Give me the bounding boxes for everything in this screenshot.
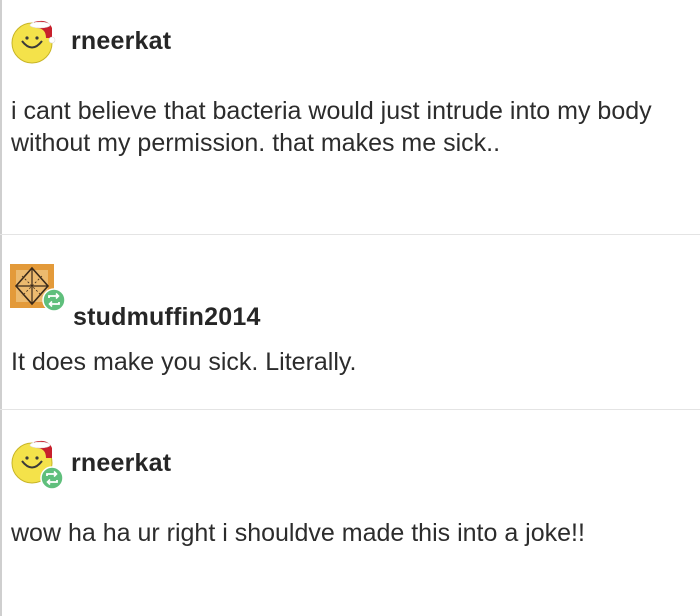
smiley-santa-hat-icon[interactable] bbox=[8, 14, 56, 64]
post-text: i cant believe that bacteria would just … bbox=[11, 97, 652, 157]
post-header: rneerkat bbox=[0, 14, 700, 70]
post-1: rneerkat i cant believe that bacteria wo… bbox=[0, 0, 700, 234]
post-text: wow ha ha ur right i shouldve made this … bbox=[11, 519, 585, 547]
post-text: It does make you sick. Literally. bbox=[11, 348, 357, 376]
username[interactable]: rneerkat bbox=[71, 449, 171, 478]
username[interactable]: studmuffin2014 bbox=[73, 303, 261, 332]
post-header: rneerkat bbox=[0, 434, 700, 490]
reblog-icon bbox=[40, 466, 64, 490]
post-2: studmuffin2014 It does make you sick. Li… bbox=[0, 235, 700, 409]
post-header: studmuffin2014 bbox=[0, 262, 700, 331]
reblog-icon bbox=[42, 288, 66, 312]
post-3: rneerkat wow ha ha ur right i shouldve m… bbox=[0, 410, 700, 616]
username[interactable]: rneerkat bbox=[71, 27, 171, 56]
